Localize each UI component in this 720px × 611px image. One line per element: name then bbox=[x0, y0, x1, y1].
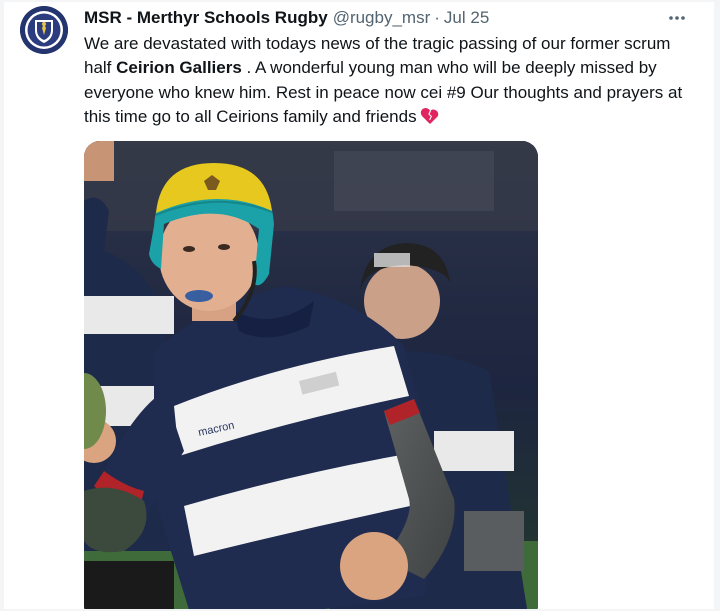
tweet-text-bold-name: Ceirion Galliers bbox=[116, 58, 242, 78]
tweet-text: We are devastated with todays news of th… bbox=[84, 32, 698, 132]
more-dots-icon bbox=[669, 16, 685, 20]
tweet-photo[interactable]: macron bbox=[84, 141, 538, 609]
profile-avatar[interactable] bbox=[20, 6, 68, 54]
user-handle[interactable]: @rugby_msr bbox=[333, 8, 431, 28]
tweet-card[interactable]: MSR - Merthyr Schools Rugby @rugby_msr ·… bbox=[4, 2, 714, 609]
rugby-player-photo: macron bbox=[84, 141, 538, 609]
broken-heart-icon bbox=[420, 107, 440, 132]
club-crest-icon bbox=[20, 6, 68, 54]
tweet-header: MSR - Merthyr Schools Rugby @rugby_msr ·… bbox=[84, 5, 694, 31]
display-name[interactable]: MSR - Merthyr Schools Rugby bbox=[84, 8, 328, 28]
separator-dot: · bbox=[434, 8, 440, 27]
tweet-date[interactable]: Jul 25 bbox=[444, 8, 489, 28]
more-options-button[interactable] bbox=[660, 5, 694, 31]
